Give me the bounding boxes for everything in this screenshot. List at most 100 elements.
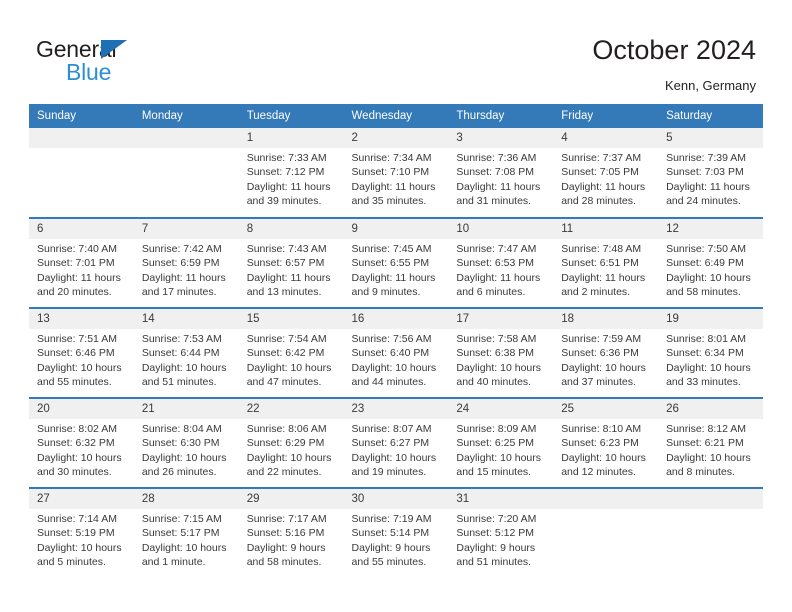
day-number: 27	[29, 489, 134, 509]
sun-times-text: Sunrise: 7:43 AM Sunset: 6:57 PM Dayligh…	[246, 243, 331, 298]
calendar-day-cell[interactable]: 18 Sunrise: 7:59 AM Sunset: 6:36 PM Dayli…	[553, 307, 659, 398]
weekday-header-wednesday: Wednesday	[343, 104, 449, 128]
day-number: 24	[448, 399, 554, 419]
calendar-week-row: 1 Sunrise: 7:33 AM Sunset: 7:12 PM Daylig…	[29, 128, 763, 218]
page-header: General Blue October 2024 Kenn, Germany	[0, 0, 792, 104]
sun-times-text: Sunrise: 7:37 AM Sunset: 7:05 PM Dayligh…	[561, 152, 646, 207]
calendar-day-cell[interactable]: 26 Sunrise: 8:12 AM Sunset: 6:21 PM Dayli…	[658, 397, 763, 488]
day-number: 19	[658, 309, 763, 329]
day-number: 12	[658, 219, 763, 239]
calendar-day-cell[interactable]: 6 Sunrise: 7:40 AM Sunset: 7:01 PM Daylig…	[29, 217, 134, 308]
calendar-day-cell[interactable]: 3 Sunrise: 7:36 AM Sunset: 7:08 PM Daylig…	[448, 128, 554, 218]
day-number	[553, 489, 659, 509]
calendar-day-cell[interactable]: 20 Sunrise: 8:02 AM Sunset: 6:32 PM Dayli…	[29, 397, 134, 488]
day-number: 15	[238, 309, 344, 329]
sun-times-text: Sunrise: 8:06 AM Sunset: 6:29 PM Dayligh…	[246, 423, 332, 478]
sun-times-text: Sunrise: 7:48 AM Sunset: 6:51 PM Dayligh…	[561, 243, 646, 298]
calendar-day-cell[interactable]: 21 Sunrise: 8:04 AM Sunset: 6:30 PM Dayli…	[133, 397, 239, 488]
day-number: 1	[238, 128, 344, 148]
sun-times-text: Sunrise: 7:47 AM Sunset: 6:53 PM Dayligh…	[456, 243, 541, 298]
calendar-day-cell[interactable]: 13 Sunrise: 7:51 AM Sunset: 6:46 PM Dayli…	[29, 307, 134, 398]
day-number: 8	[238, 219, 344, 239]
day-number: 13	[29, 309, 134, 329]
sun-times-text: Sunrise: 7:39 AM Sunset: 7:03 PM Dayligh…	[666, 152, 750, 207]
calendar-day-cell[interactable]: 10 Sunrise: 7:47 AM Sunset: 6:53 PM Dayli…	[448, 217, 554, 308]
calendar-day-cell[interactable]: 2 Sunrise: 7:34 AM Sunset: 7:10 PM Daylig…	[343, 128, 449, 218]
day-number: 16	[343, 309, 449, 329]
sun-times-text: Sunrise: 7:53 AM Sunset: 6:44 PM Dayligh…	[141, 333, 227, 388]
sun-times-text: Sunrise: 7:40 AM Sunset: 7:01 PM Dayligh…	[37, 243, 121, 298]
calendar-day-cell[interactable]: 29 Sunrise: 7:17 AM Sunset: 5:16 PM Dayli…	[238, 487, 344, 578]
calendar-day-cell[interactable]: 15 Sunrise: 7:54 AM Sunset: 6:42 PM Dayli…	[238, 307, 344, 398]
sun-times-text: Sunrise: 8:09 AM Sunset: 6:25 PM Dayligh…	[456, 423, 542, 478]
day-number: 9	[343, 219, 449, 239]
sun-times-text: Sunrise: 7:33 AM Sunset: 7:12 PM Dayligh…	[246, 152, 331, 207]
weekday-header-friday: Friday	[553, 104, 659, 128]
calendar-day-cell[interactable]: 8 Sunrise: 7:43 AM Sunset: 6:57 PM Daylig…	[238, 217, 344, 308]
day-number	[29, 128, 134, 148]
sun-times-text: Sunrise: 7:50 AM Sunset: 6:49 PM Dayligh…	[666, 243, 751, 298]
day-number: 31	[448, 489, 554, 509]
sun-times-text: Sunrise: 8:10 AM Sunset: 6:23 PM Dayligh…	[561, 423, 646, 478]
calendar-day-cell[interactable]: 23 Sunrise: 8:07 AM Sunset: 6:27 PM Dayli…	[343, 397, 449, 488]
page-title: October 2024	[592, 35, 756, 65]
weekday-header-row: Sunday Monday Tuesday Wednesday Thursday…	[29, 104, 763, 128]
sun-times-text: Sunrise: 7:58 AM Sunset: 6:38 PM Dayligh…	[456, 333, 542, 388]
calendar-page: General Blue October 2024 Kenn, Germany …	[0, 0, 792, 612]
day-number: 6	[29, 219, 134, 239]
calendar-week-row: 27 Sunrise: 7:14 AM Sunset: 5:19 PM Dayli…	[29, 487, 763, 578]
sun-times-text: Sunrise: 7:56 AM Sunset: 6:40 PM Dayligh…	[351, 333, 437, 388]
calendar-day-cell[interactable]: 22 Sunrise: 8:06 AM Sunset: 6:29 PM Dayli…	[238, 397, 344, 488]
calendar-day-cell[interactable]: 12 Sunrise: 7:50 AM Sunset: 6:49 PM Dayli…	[658, 217, 763, 308]
calendar-day-cell[interactable]: 11 Sunrise: 7:48 AM Sunset: 6:51 PM Dayli…	[553, 217, 659, 308]
calendar-day-cell[interactable]: 27 Sunrise: 7:14 AM Sunset: 5:19 PM Dayli…	[29, 487, 134, 578]
day-number: 20	[29, 399, 134, 419]
calendar-day-cell[interactable]: 5 Sunrise: 7:39 AM Sunset: 7:03 PM Daylig…	[658, 128, 763, 218]
calendar-day-cell[interactable]: 19 Sunrise: 8:01 AM Sunset: 6:34 PM Dayli…	[658, 307, 763, 398]
sun-times-text: Sunrise: 8:04 AM Sunset: 6:30 PM Dayligh…	[141, 423, 227, 478]
day-number: 22	[238, 399, 344, 419]
weekday-header-sunday: Sunday	[29, 104, 134, 128]
general-blue-logo: General Blue	[36, 36, 236, 88]
calendar-grid: Sunday Monday Tuesday Wednesday Thursday…	[29, 104, 763, 578]
logo-triangle-icon	[101, 40, 127, 59]
calendar-day-cell[interactable]: 7 Sunrise: 7:42 AM Sunset: 6:59 PM Daylig…	[133, 217, 239, 308]
sun-times-text: Sunrise: 7:59 AM Sunset: 6:36 PM Dayligh…	[561, 333, 646, 388]
calendar-day-cell[interactable]: 30 Sunrise: 7:19 AM Sunset: 5:14 PM Dayli…	[343, 487, 449, 578]
location-subtitle: Kenn, Germany	[664, 78, 756, 93]
day-number: 30	[343, 489, 449, 509]
calendar-week-row: 20 Sunrise: 8:02 AM Sunset: 6:32 PM Dayli…	[29, 397, 763, 488]
calendar-week-row: 13 Sunrise: 7:51 AM Sunset: 6:46 PM Dayli…	[29, 307, 763, 398]
day-number: 5	[658, 128, 763, 148]
day-number: 3	[448, 128, 554, 148]
calendar-day-cell[interactable]: 31 Sunrise: 7:20 AM Sunset: 5:12 PM Dayli…	[448, 487, 554, 578]
day-number: 2	[343, 128, 449, 148]
day-number: 26	[658, 399, 763, 419]
day-number: 7	[133, 219, 239, 239]
day-number	[658, 489, 763, 509]
calendar-day-cell[interactable]: 17 Sunrise: 7:58 AM Sunset: 6:38 PM Dayli…	[448, 307, 554, 398]
sun-times-text: Sunrise: 7:19 AM Sunset: 5:14 PM Dayligh…	[351, 513, 432, 568]
weekday-header-saturday: Saturday	[658, 104, 763, 128]
calendar-day-cell[interactable]: 14 Sunrise: 7:53 AM Sunset: 6:44 PM Dayli…	[133, 307, 239, 398]
sun-times-text: Sunrise: 7:36 AM Sunset: 7:08 PM Dayligh…	[456, 152, 541, 207]
day-number	[133, 128, 239, 148]
calendar-day-cell[interactable]: 1 Sunrise: 7:33 AM Sunset: 7:12 PM Daylig…	[238, 128, 344, 218]
calendar-day-cell[interactable]: 4 Sunrise: 7:37 AM Sunset: 7:05 PM Daylig…	[553, 128, 659, 218]
sun-times-text: Sunrise: 7:54 AM Sunset: 6:42 PM Dayligh…	[246, 333, 332, 388]
calendar-day-cell[interactable]: 25 Sunrise: 8:10 AM Sunset: 6:23 PM Dayli…	[553, 397, 659, 488]
sun-times-text: Sunrise: 8:02 AM Sunset: 6:32 PM Dayligh…	[37, 423, 122, 478]
day-number: 23	[343, 399, 449, 419]
day-number: 29	[238, 489, 344, 509]
day-number: 28	[133, 489, 239, 509]
calendar-day-cell[interactable]: 24 Sunrise: 8:09 AM Sunset: 6:25 PM Dayli…	[448, 397, 554, 488]
calendar-day-cell[interactable]: 9 Sunrise: 7:45 AM Sunset: 6:55 PM Daylig…	[343, 217, 449, 308]
day-number: 14	[133, 309, 239, 329]
day-number: 18	[553, 309, 659, 329]
sun-times-text: Sunrise: 8:12 AM Sunset: 6:21 PM Dayligh…	[666, 423, 751, 478]
sun-times-text: Sunrise: 7:42 AM Sunset: 6:59 PM Dayligh…	[141, 243, 226, 298]
weekday-header-thursday: Thursday	[448, 104, 554, 128]
sun-times-text: Sunrise: 7:45 AM Sunset: 6:55 PM Dayligh…	[351, 243, 436, 298]
calendar-day-cell[interactable]: 16 Sunrise: 7:56 AM Sunset: 6:40 PM Dayli…	[343, 307, 449, 398]
calendar-day-cell[interactable]: 28 Sunrise: 7:15 AM Sunset: 5:17 PM Dayli…	[133, 487, 239, 578]
